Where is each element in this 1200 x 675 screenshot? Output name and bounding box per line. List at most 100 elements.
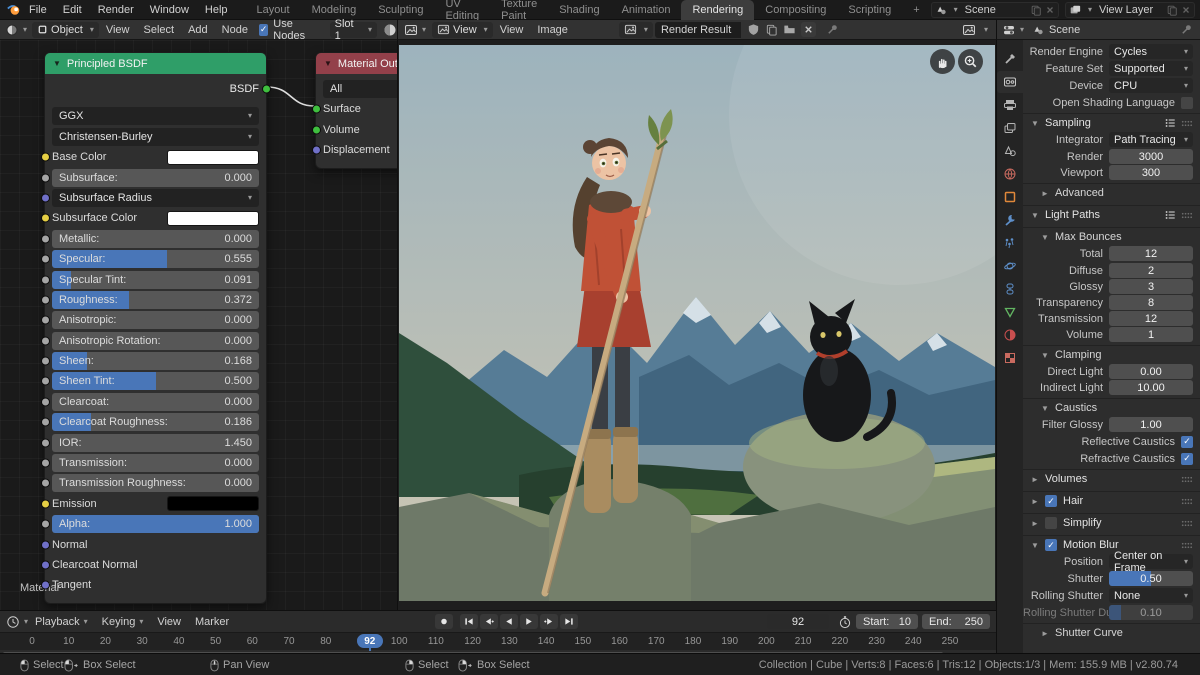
display-channel-dropdown[interactable]: View▾ <box>432 22 493 38</box>
filter-glossy-value-field[interactable]: 1.00 <box>1109 417 1193 432</box>
socket-gray[interactable] <box>41 234 50 243</box>
panel-sampling[interactable]: ▼Sampling <box>1023 113 1200 132</box>
shutter-slider[interactable]: 0.50 <box>1109 571 1193 586</box>
shader-editor[interactable]: ▼ Principled BSDF BSDF GGX▾Christensen-B… <box>0 40 397 610</box>
node-slider[interactable]: Transmission:0.000 <box>52 454 259 472</box>
node-slider[interactable]: Clearcoat Roughness:0.186 <box>52 413 259 431</box>
reflective-caustics-checkbox[interactable]: ✓ <box>1181 436 1193 448</box>
editor-type-image-icon[interactable] <box>962 23 976 37</box>
diffuse-value-field[interactable]: 2 <box>1109 263 1193 278</box>
pin-icon[interactable] <box>1180 23 1193 36</box>
menu-file[interactable]: File <box>21 0 55 20</box>
socket-green[interactable] <box>312 125 321 134</box>
node-dropdown[interactable]: Subsurface Radius▾ <box>52 189 259 207</box>
workspace-tab-shading[interactable]: Shading <box>548 0 610 20</box>
use-nodes-checkbox[interactable]: ✓ <box>259 24 268 36</box>
shader-menu-select[interactable]: Select <box>136 24 181 36</box>
properties-tab-texture[interactable] <box>997 347 1023 369</box>
copy-icon[interactable] <box>1030 4 1042 16</box>
node-slider[interactable]: Metallic:0.000 <box>52 230 259 248</box>
transmission-value-field[interactable]: 12 <box>1109 311 1193 326</box>
unlink-close-icon[interactable] <box>801 22 816 37</box>
panel-volumes[interactable]: ►Volumes <box>1023 469 1200 488</box>
material-output-node[interactable]: ▼ Material Output All▾SurfaceVolumeDispl… <box>315 52 397 169</box>
timeline-menu-playback[interactable]: Playback▾ <box>28 616 95 628</box>
zoom-view-button[interactable] <box>958 49 983 74</box>
previous-keyframe-button[interactable] <box>480 614 498 629</box>
close-icon[interactable] <box>1181 5 1191 15</box>
image-name-field[interactable]: Render Result <box>655 22 741 38</box>
node-slider[interactable]: Sheen Tint:0.500 <box>52 372 259 390</box>
record-button[interactable] <box>435 614 453 629</box>
node-slider[interactable]: Alpha:1.000 <box>52 515 259 533</box>
viewport-value-field[interactable]: 300 <box>1109 165 1193 180</box>
timeline-ruler[interactable]: 0102030405060708090100110120130140150160… <box>0 632 996 650</box>
blender-logo-icon[interactable] <box>6 2 21 17</box>
node-dropdown[interactable]: All▾ <box>323 80 397 98</box>
properties-tab-view-layer[interactable] <box>997 117 1023 139</box>
socket-gray[interactable] <box>41 479 50 488</box>
socket-green[interactable] <box>312 105 321 114</box>
material-preview-sphere-icon[interactable] <box>383 23 397 37</box>
node-slider[interactable]: Clearcoat:0.000 <box>52 393 259 411</box>
socket-yellow[interactable] <box>41 153 50 162</box>
socket-purple[interactable] <box>312 146 321 155</box>
image-browse-dropdown[interactable]: ▾ <box>619 22 653 38</box>
motion-blur-checkbox[interactable]: ✓ <box>1045 539 1057 551</box>
material-output-node-header[interactable]: ▼ Material Output <box>316 53 397 74</box>
principled-bsdf-node[interactable]: ▼ Principled BSDF BSDF GGX▾Christensen-B… <box>44 52 267 604</box>
subpanel-clamping[interactable]: ▼Clamping <box>1023 345 1200 364</box>
next-keyframe-button[interactable] <box>540 614 558 629</box>
rolling-shutter-dropdown[interactable]: None▾ <box>1109 588 1193 603</box>
socket-purple[interactable] <box>41 193 50 202</box>
workspace-tab-scripting[interactable]: Scripting <box>837 0 902 20</box>
properties-tab-render[interactable] <box>997 71 1023 93</box>
node-slider[interactable]: Specular Tint:0.091 <box>52 271 259 289</box>
view-layer-selector[interactable]: ▾ View Layer <box>1065 2 1195 18</box>
socket-gray[interactable] <box>41 377 50 386</box>
properties-tab-material[interactable] <box>997 324 1023 346</box>
scene-selector[interactable]: ▾ Scene <box>931 2 1059 18</box>
socket-gray[interactable] <box>41 316 50 325</box>
menu-render[interactable]: Render <box>90 0 142 20</box>
node-slider[interactable]: Anisotropic Rotation:0.000 <box>52 332 259 350</box>
editor-type-shader-icon[interactable] <box>5 23 19 37</box>
material-slot-dropdown[interactable]: Slot 1▾ <box>330 22 377 38</box>
node-slider[interactable]: IOR:1.450 <box>52 434 259 452</box>
socket-yellow[interactable] <box>41 214 50 223</box>
color-swatch[interactable] <box>167 211 259 226</box>
socket-purple[interactable] <box>41 581 50 590</box>
properties-tab-object[interactable] <box>997 186 1023 208</box>
rolling-shutter-dur-slider[interactable]: 0.10 <box>1109 605 1193 620</box>
stopwatch-icon[interactable] <box>838 615 852 629</box>
editor-type-properties-icon[interactable] <box>1002 23 1016 37</box>
direct-light-value-field[interactable]: 0.00 <box>1109 364 1193 379</box>
integrator-dropdown[interactable]: Path Tracing▾ <box>1109 132 1193 147</box>
node-slider[interactable]: Roughness:0.372 <box>52 291 259 309</box>
properties-tab-modifiers[interactable] <box>997 209 1023 231</box>
fake-user-shield-icon[interactable] <box>747 23 760 36</box>
socket-purple[interactable] <box>41 540 50 549</box>
workspace-tab-sculpting[interactable]: Sculpting <box>367 0 434 20</box>
render-engine-dropdown[interactable]: Cycles▾ <box>1109 44 1193 59</box>
socket-gray[interactable] <box>41 173 50 182</box>
image-menu-view[interactable]: View <box>493 24 531 36</box>
socket-gray[interactable] <box>41 397 50 406</box>
socket-yellow[interactable] <box>41 499 50 508</box>
volume-value-field[interactable]: 1 <box>1109 327 1193 342</box>
play-button[interactable] <box>520 614 538 629</box>
timeline-menu-marker[interactable]: Marker <box>188 616 236 628</box>
properties-tab-scene[interactable] <box>997 140 1023 162</box>
jump-to-start-button[interactable] <box>460 614 478 629</box>
node-dropdown[interactable]: GGX▾ <box>52 107 259 125</box>
pan-view-button[interactable] <box>930 49 955 74</box>
socket-gray[interactable] <box>41 418 50 427</box>
pin-icon[interactable] <box>826 23 839 36</box>
socket-gray[interactable] <box>41 520 50 529</box>
principled-node-header[interactable]: ▼ Principled BSDF <box>45 53 266 74</box>
node-slider[interactable]: Anisotropic:0.000 <box>52 311 259 329</box>
subpanel-caustics[interactable]: ▼Caustics <box>1023 398 1200 417</box>
socket-gray[interactable] <box>41 275 50 284</box>
properties-tab-constraints[interactable] <box>997 278 1023 300</box>
socket-gray[interactable] <box>41 295 50 304</box>
